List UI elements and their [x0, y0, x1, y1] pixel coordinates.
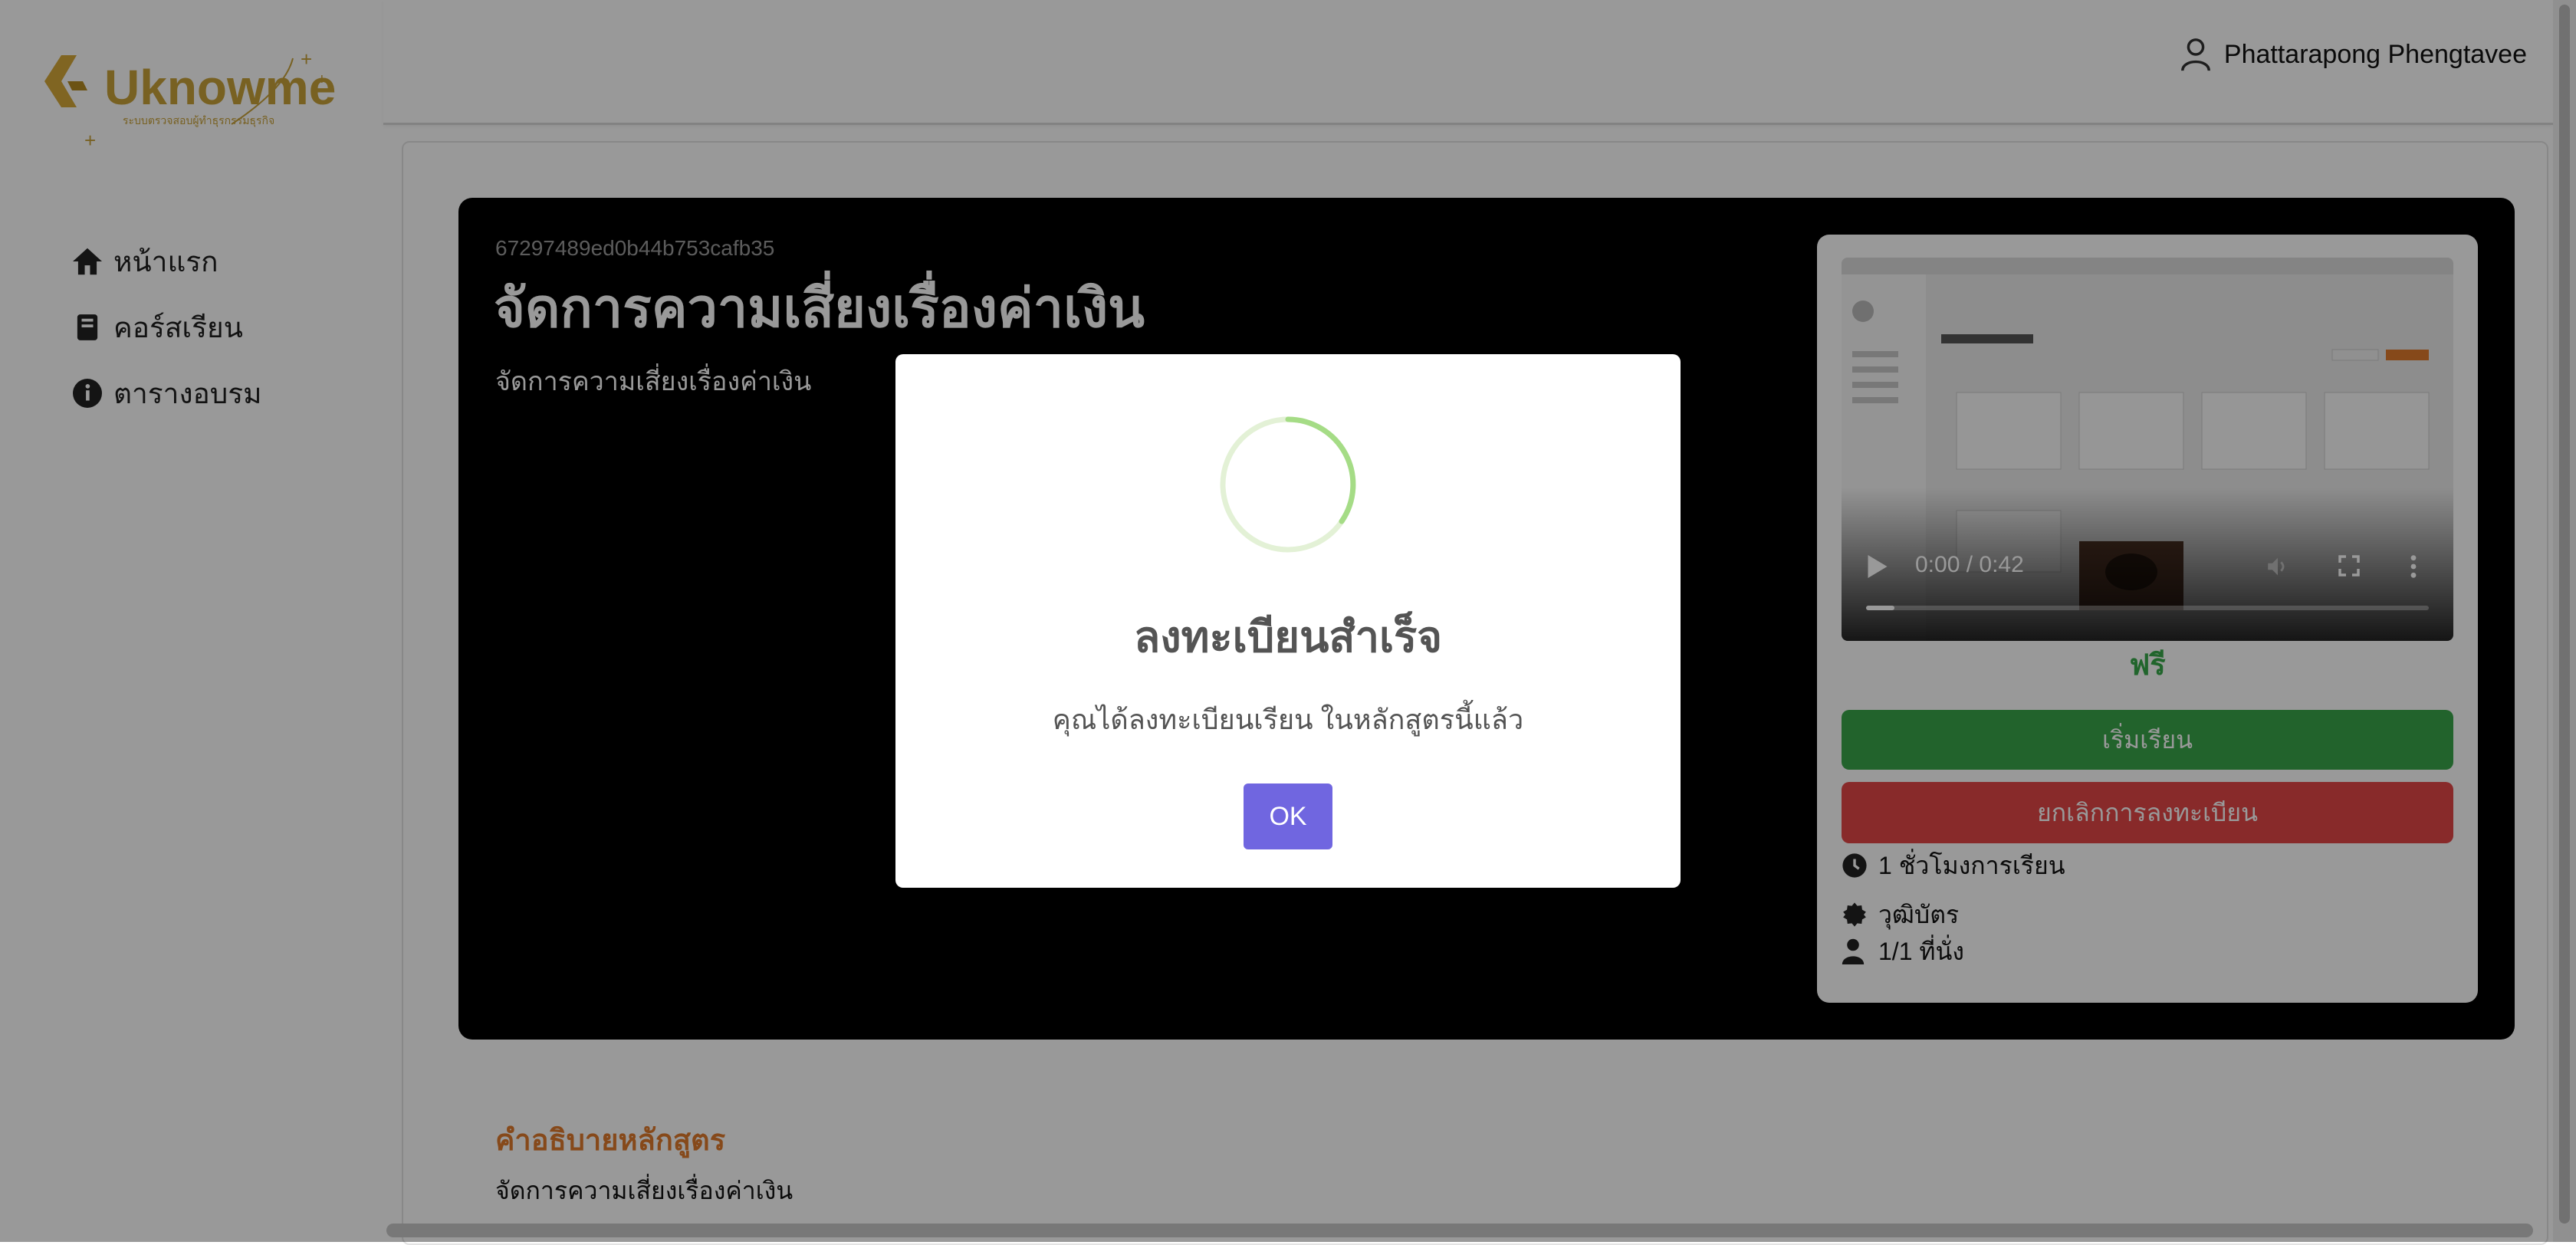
- ok-button[interactable]: OK: [1244, 783, 1332, 849]
- dialog-message: คุณได้ลงทะเบียนเรียน ในหลักสูตรนี้แล้ว: [1052, 704, 1524, 735]
- success-dialog: ลงทะเบียนสำเร็จ คุณได้ลงทะเบียนเรียน ในห…: [895, 354, 1681, 888]
- success-spinner-icon: [1220, 416, 1356, 553]
- dialog-title: ลงทะเบียนสำเร็จ: [1133, 613, 1443, 661]
